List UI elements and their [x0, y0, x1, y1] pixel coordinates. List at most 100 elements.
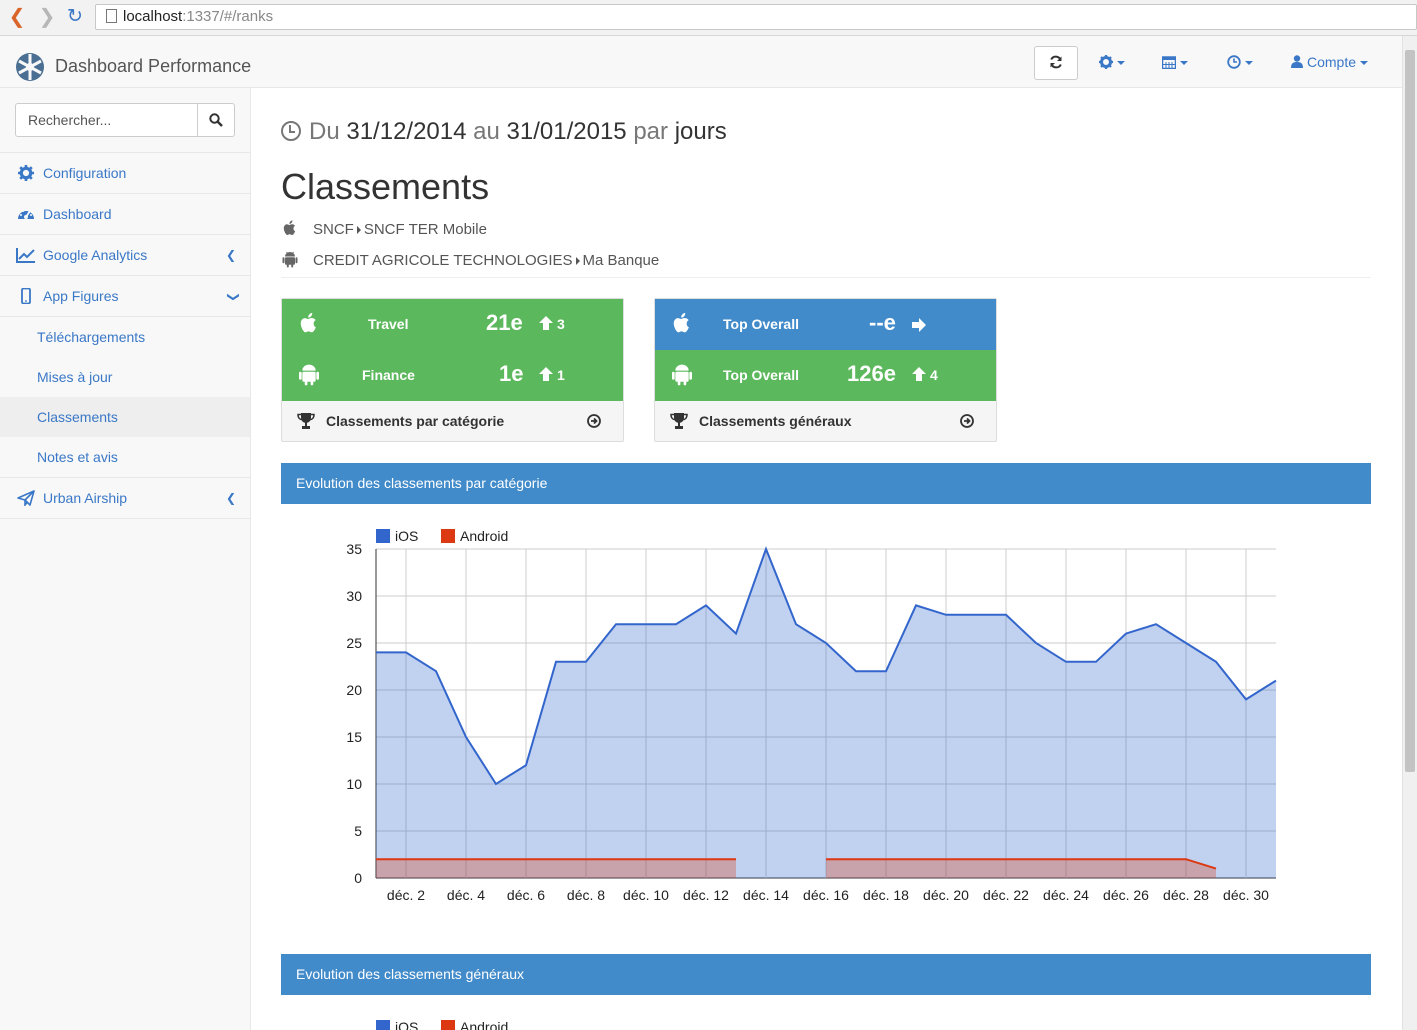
- apple-icon: [283, 220, 296, 235]
- reload-icon[interactable]: ↻: [64, 6, 86, 28]
- android-app-breadcrumb: CREDIT AGRICOLE TECHNOLOGIES Ma Banque: [281, 250, 659, 269]
- android-publisher: CREDIT AGRICOLE TECHNOLOGIES: [313, 252, 573, 269]
- x-tick-label: déc. 28: [1163, 887, 1209, 903]
- legend-swatch: [441, 1020, 455, 1030]
- overall-android-rank: 126e: [847, 361, 896, 386]
- android-app-name: Ma Banque: [582, 252, 660, 269]
- y-tick-label: 5: [354, 823, 362, 839]
- mobile-icon: [21, 288, 31, 304]
- overall-ranks-link[interactable]: Classements généraux: [655, 401, 996, 441]
- date-range: Du 31/12/2014 au 31/01/2015 par jours: [281, 118, 727, 146]
- y-tick-label: 35: [346, 541, 362, 557]
- category-ios-delta: 3: [538, 315, 565, 332]
- legend-swatch: [441, 529, 455, 543]
- dashboard-icon: [18, 210, 34, 219]
- arrow-up-icon: [912, 367, 926, 381]
- overall-ranks-label: Classements généraux: [699, 413, 852, 429]
- x-tick-label: déc. 6: [507, 887, 545, 903]
- arrow-up-icon: [539, 367, 553, 381]
- period-menu[interactable]: [1227, 54, 1253, 70]
- browser-toolbar: ❮ ❯ ↻ localhost:1337/#/ranks: [0, 0, 1417, 36]
- overall-ios-rank: --e: [869, 310, 896, 335]
- legend-swatch: [376, 529, 390, 543]
- date-mid: au: [473, 118, 500, 145]
- x-tick-label: déc. 20: [923, 887, 969, 903]
- caret-right-icon: [356, 225, 361, 234]
- y-tick-label: 15: [346, 729, 362, 745]
- page-scrollbar[interactable]: [1402, 36, 1417, 1030]
- overall-evolution-chart: iOS Android: [376, 1019, 508, 1030]
- sidebar-item-label: Urban Airship: [43, 490, 128, 506]
- overall-ios-row: Top Overall --e: [655, 299, 996, 350]
- paper-plane-icon: [17, 490, 35, 506]
- sidebar-item-app-figures[interactable]: App Figures ❮: [0, 275, 250, 316]
- calendar-menu[interactable]: [1161, 54, 1188, 70]
- gear-icon: [1099, 55, 1113, 69]
- category-evolution-chart: 0 5 10 15 20 25 30 35 déc. 2 déc. 4 déc. 6 déc. 8 dé…: [346, 528, 1277, 903]
- chevron-left-icon: ❮: [225, 491, 236, 505]
- search-input[interactable]: [15, 103, 198, 137]
- sidebar: Configuration Dashboard Google Analytics…: [0, 88, 251, 1030]
- legend-swatch: [376, 1020, 390, 1030]
- sidebar-item-label: Google Analytics: [43, 247, 148, 263]
- category-ranks-link[interactable]: Classements par catégorie: [282, 401, 623, 441]
- ios-app-name: SNCF TER Mobile: [363, 221, 487, 238]
- clock-icon: [1227, 55, 1241, 69]
- sidebar-subitem-notes-et-avis[interactable]: Notes et avis: [0, 437, 250, 477]
- date-to: 31/01/2015: [506, 118, 627, 145]
- overall-ios-label: Top Overall: [723, 316, 799, 332]
- sidebar-subitem-mises-a-jour[interactable]: Mises à jour: [0, 357, 250, 397]
- trophy-icon: [670, 413, 688, 429]
- android-icon: [282, 251, 298, 268]
- search-group: [15, 103, 235, 137]
- sidebar-item-configuration[interactable]: Configuration: [0, 152, 250, 193]
- x-tick-label: déc. 4: [447, 887, 485, 903]
- refresh-button[interactable]: [1034, 46, 1078, 80]
- chevron-down-icon: [1245, 61, 1253, 66]
- x-tick-label: déc. 26: [1103, 887, 1149, 903]
- search-button[interactable]: [197, 103, 235, 137]
- sidebar-subitem-classements[interactable]: Classements: [0, 397, 250, 437]
- sidebar-item-urban-airship[interactable]: Urban Airship ❮: [0, 477, 250, 518]
- legend-label: iOS: [395, 1019, 418, 1030]
- sidebar-subitem-telechargements[interactable]: Téléchargements: [0, 317, 250, 357]
- android-series-area: [376, 859, 736, 878]
- scrollbar-thumb[interactable]: [1405, 50, 1415, 772]
- android-series-area: [826, 859, 1216, 878]
- calendar-icon: [1161, 56, 1177, 70]
- ios-publisher: SNCF: [313, 221, 354, 238]
- chevron-down-icon: [1117, 61, 1125, 66]
- refresh-icon: [1050, 55, 1062, 69]
- caret-right-icon: [575, 256, 580, 265]
- account-label: Compte: [1307, 54, 1357, 70]
- category-android-delta-value: 1: [557, 367, 565, 383]
- address-bar[interactable]: localhost:1337/#/ranks: [95, 4, 1417, 30]
- account-menu[interactable]: Compte: [1291, 54, 1369, 70]
- date-period: jours: [674, 118, 727, 145]
- sidebar-item-dashboard[interactable]: Dashboard: [0, 193, 250, 234]
- app-figures-submenu: Téléchargements Mises à jour Classements…: [0, 316, 250, 477]
- chevron-left-icon: ❮: [225, 248, 236, 262]
- category-ios-rank: 21e: [486, 310, 523, 335]
- url-host: localhost: [123, 8, 183, 25]
- header-divider: [281, 277, 1371, 278]
- legend-label: Android: [460, 1019, 508, 1030]
- overall-android-label: Top Overall: [723, 367, 799, 383]
- date-from: 31/12/2014: [346, 118, 467, 145]
- x-tick-label: déc. 30: [1223, 887, 1269, 903]
- category-ios-delta-value: 3: [557, 316, 565, 332]
- chevron-down-icon: ❮: [224, 291, 239, 303]
- y-tick-label: 10: [346, 776, 362, 792]
- x-tick-label: déc. 10: [623, 887, 669, 903]
- sidebar-item-google-analytics[interactable]: Google Analytics ❮: [0, 234, 250, 275]
- forward-arrow-icon[interactable]: ❯: [36, 6, 58, 28]
- x-tick-label: déc. 12: [683, 887, 729, 903]
- arrow-right-icon: [912, 318, 926, 332]
- x-tick-label: déc. 14: [743, 887, 789, 903]
- brand-title[interactable]: Dashboard Performance: [55, 56, 251, 77]
- back-arrow-icon[interactable]: ❮: [6, 6, 28, 28]
- y-tick-label: 25: [346, 635, 362, 651]
- brand-logo-icon[interactable]: [15, 52, 45, 82]
- settings-menu[interactable]: [1099, 54, 1125, 70]
- legend-label: iOS: [395, 528, 418, 544]
